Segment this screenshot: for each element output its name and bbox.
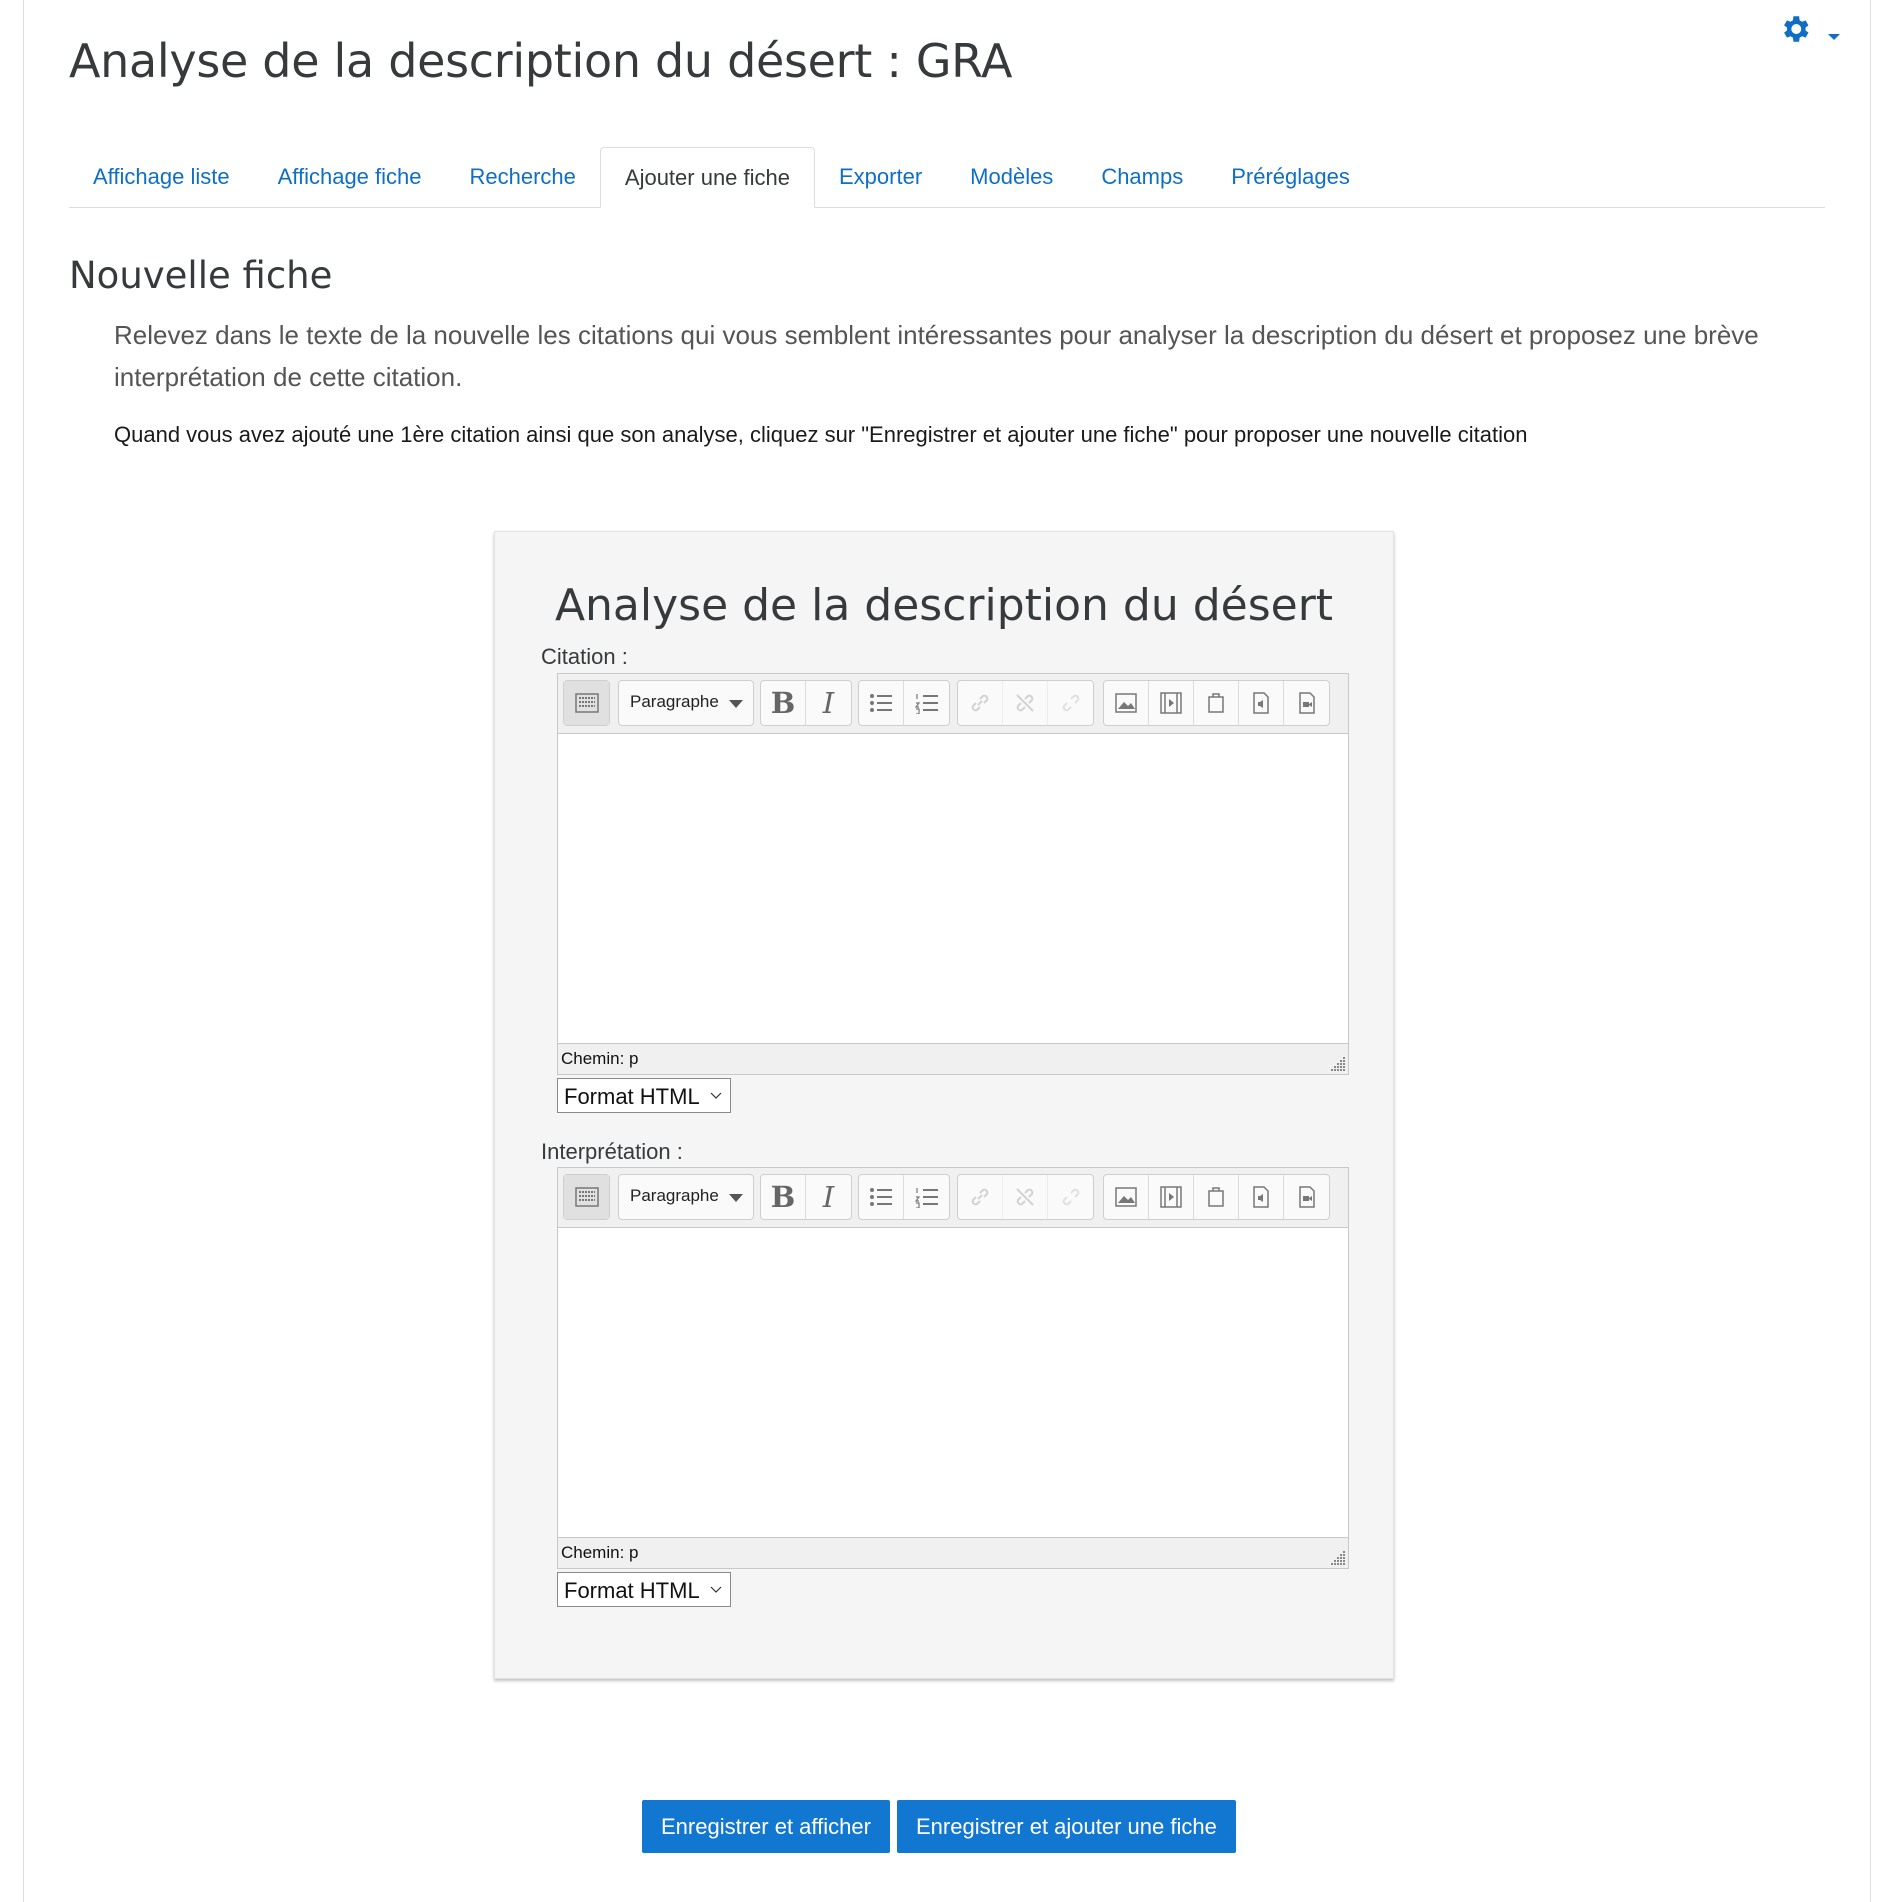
manage-files-icon xyxy=(1208,1187,1224,1207)
bold-icon: B xyxy=(770,686,796,720)
tab-recherche[interactable]: Recherche xyxy=(446,147,600,207)
tab-ajouter-une-fiche[interactable]: Ajouter une fiche xyxy=(599,147,815,208)
toolbar-toggle-button[interactable] xyxy=(564,681,609,725)
ordered-list-icon xyxy=(914,694,938,714)
chevron-down-icon xyxy=(710,1092,722,1099)
anchor-icon xyxy=(1062,1188,1079,1206)
manage-files-icon xyxy=(1208,693,1224,713)
editor-statusbar: Chemin: p xyxy=(558,1043,1348,1074)
intro-text: Relevez dans le texte de la nouvelle les… xyxy=(114,320,1759,392)
anchor-button[interactable] xyxy=(1048,1175,1093,1219)
tab-exporter[interactable]: Exporter xyxy=(815,147,946,207)
video-record-icon xyxy=(1298,1186,1315,1208)
element-path: Chemin: p xyxy=(561,1049,639,1068)
resize-handle-icon[interactable] xyxy=(1328,1548,1346,1566)
editor-toolbar: Paragraphe B I xyxy=(558,674,1348,734)
toolbar-toggle-button[interactable] xyxy=(564,1175,609,1219)
toolbar-toggle-icon xyxy=(574,1187,599,1207)
anchor-icon xyxy=(1062,694,1079,712)
chevron-down-icon xyxy=(729,1194,743,1202)
format-select-value: Format HTML xyxy=(564,1578,700,1603)
editor-statusbar: Chemin: p xyxy=(558,1537,1348,1568)
section-title: Nouvelle fiche xyxy=(69,254,333,297)
ordered-list-button[interactable] xyxy=(904,681,949,725)
interpretation-format-select[interactable]: Format HTML xyxy=(557,1572,731,1607)
record-audio-button[interactable] xyxy=(1239,681,1284,725)
record-video-button[interactable] xyxy=(1284,681,1329,725)
link-icon xyxy=(971,1188,989,1206)
media-icon xyxy=(1160,692,1182,714)
manage-files-button[interactable] xyxy=(1194,681,1239,725)
unlink-button[interactable] xyxy=(1003,1175,1048,1219)
unordered-list-icon xyxy=(870,694,892,712)
editor-toolbar: Paragraphe B I xyxy=(558,1168,1348,1228)
save-and-view-button[interactable]: Enregistrer et afficher xyxy=(642,1800,890,1853)
link-icon xyxy=(971,694,989,712)
resize-handle-icon[interactable] xyxy=(1328,1054,1346,1072)
record-video-button[interactable] xyxy=(1284,1175,1329,1219)
block-format-select[interactable]: Paragraphe xyxy=(618,680,754,726)
audio-record-icon xyxy=(1253,1186,1269,1208)
toolbar-toggle-icon xyxy=(574,693,599,713)
italic-button[interactable]: I xyxy=(806,1175,851,1219)
unlink-icon xyxy=(1016,694,1034,712)
chevron-down-icon xyxy=(1828,34,1840,40)
tab-champs[interactable]: Champs xyxy=(1077,147,1207,207)
chevron-down-icon xyxy=(710,1586,722,1593)
citation-format-select[interactable]: Format HTML xyxy=(557,1078,731,1113)
citation-label: Citation : xyxy=(541,644,628,669)
chevron-down-icon xyxy=(729,700,743,708)
insert-image-button[interactable] xyxy=(1104,681,1149,725)
tab-bar: Affichage liste Affichage fiche Recherch… xyxy=(69,147,1825,208)
page-title: Analyse de la description du désert : GR… xyxy=(69,34,1013,88)
interpretation-content-area[interactable] xyxy=(558,1228,1348,1538)
citation-content-area[interactable] xyxy=(558,734,1348,1044)
gear-icon xyxy=(1784,16,1809,42)
insert-image-button[interactable] xyxy=(1104,1175,1149,1219)
save-and-add-button[interactable]: Enregistrer et ajouter une fiche xyxy=(897,1800,1236,1853)
tab-modeles[interactable]: Modèles xyxy=(946,147,1077,207)
interpretation-label: Interprétation : xyxy=(541,1139,683,1164)
video-record-icon xyxy=(1298,692,1315,714)
manage-files-button[interactable] xyxy=(1194,1175,1239,1219)
format-select-value: Format HTML xyxy=(564,1084,700,1109)
element-path: Chemin: p xyxy=(561,1543,639,1562)
entry-form: Analyse de la description du désert Cita… xyxy=(494,531,1394,1679)
ordered-list-icon xyxy=(914,1188,938,1208)
unordered-list-button[interactable] xyxy=(859,681,904,725)
tab-preglages[interactable]: Préréglages xyxy=(1207,147,1374,207)
block-format-value: Paragraphe xyxy=(630,1186,719,1205)
block-format-select[interactable]: Paragraphe xyxy=(618,1174,754,1220)
ordered-list-button[interactable] xyxy=(904,1175,949,1219)
form-heading: Analyse de la description du désert xyxy=(554,580,1334,631)
italic-icon: I xyxy=(822,1180,835,1214)
audio-record-icon xyxy=(1253,692,1269,714)
anchor-button[interactable] xyxy=(1048,681,1093,725)
link-button[interactable] xyxy=(958,1175,1003,1219)
link-button[interactable] xyxy=(958,681,1003,725)
tab-affichage-liste[interactable]: Affichage liste xyxy=(69,147,254,207)
interpretation-editor: Paragraphe B I Chemin: p xyxy=(557,1167,1349,1569)
insert-media-button[interactable] xyxy=(1149,681,1194,725)
settings-menu[interactable] xyxy=(1772,8,1842,48)
italic-icon: I xyxy=(822,686,835,720)
citation-editor: Paragraphe B I Chemin: p xyxy=(557,673,1349,1075)
italic-button[interactable]: I xyxy=(806,681,851,725)
unordered-list-button[interactable] xyxy=(859,1175,904,1219)
instruction-text: Quand vous avez ajouté une 1ère citation… xyxy=(114,422,1528,447)
block-format-value: Paragraphe xyxy=(630,692,719,711)
bold-button[interactable]: B xyxy=(761,1175,806,1219)
unlink-icon xyxy=(1016,1188,1034,1206)
record-audio-button[interactable] xyxy=(1239,1175,1284,1219)
image-icon xyxy=(1115,693,1137,713)
bold-icon: B xyxy=(770,1180,796,1214)
tab-affichage-fiche[interactable]: Affichage fiche xyxy=(254,147,446,207)
bold-button[interactable]: B xyxy=(761,681,806,725)
unlink-button[interactable] xyxy=(1003,681,1048,725)
unordered-list-icon xyxy=(870,1188,892,1206)
insert-media-button[interactable] xyxy=(1149,1175,1194,1219)
media-icon xyxy=(1160,1186,1182,1208)
image-icon xyxy=(1115,1187,1137,1207)
